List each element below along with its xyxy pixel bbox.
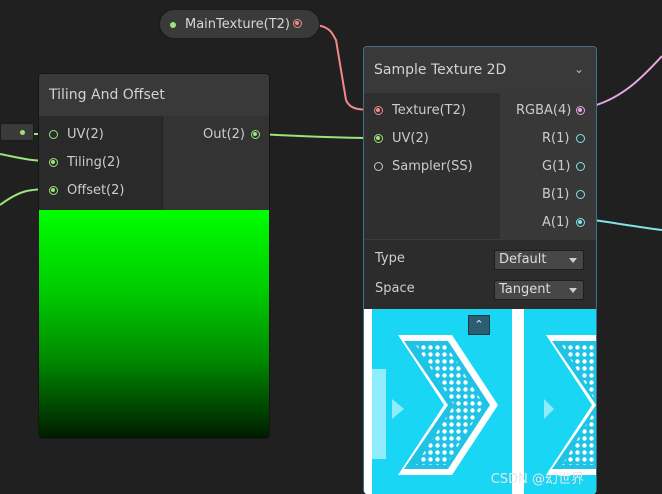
output-port-out[interactable]: [251, 130, 260, 139]
node-title[interactable]: Tiling And Offset: [39, 74, 269, 116]
output-port-r[interactable]: [576, 134, 585, 143]
wire-a-out: [585, 218, 662, 231]
property-label: MainTexture(T2): [185, 17, 290, 32]
node-settings: Type Default Space Tangent: [364, 239, 596, 309]
input-slots: Texture(T2) UV(2) Sampler(SS): [364, 93, 500, 239]
space-dropdown[interactable]: Tangent: [494, 280, 584, 300]
chevron-down-icon[interactable]: ⌄: [574, 62, 584, 76]
output-label-rgba: RGBA(4): [516, 103, 572, 118]
space-value: Tangent: [499, 282, 551, 297]
input-port-sampler[interactable]: [374, 162, 383, 171]
input-port-offset[interactable]: [49, 186, 58, 195]
input-label-uv: UV(2): [392, 131, 429, 146]
output-port-b[interactable]: [576, 190, 585, 199]
shader-graph-canvas[interactable]: MainTexture(T2) Tiling And Offset UV(2) …: [0, 0, 662, 494]
texture-preview-image: [364, 309, 596, 494]
property-indicator-icon: [170, 22, 176, 28]
type-value: Default: [499, 252, 547, 267]
output-label-out: Out(2): [203, 127, 245, 142]
input-port-uv[interactable]: [49, 130, 58, 139]
tiling-and-offset-node[interactable]: Tiling And Offset UV(2) Tiling(2) Offset…: [38, 73, 270, 439]
wire-rgba-out: [585, 55, 662, 109]
output-slots: Out(2): [163, 116, 269, 210]
node-title[interactable]: Sample Texture 2D: [364, 47, 596, 93]
collapse-preview-button[interactable]: ⌃: [468, 315, 490, 335]
input-label-offset: Offset(2): [67, 183, 125, 198]
dropdown-arrow-icon: [569, 288, 577, 293]
output-slots: RGBA(4) R(1) G(1) B(1) A(1): [500, 93, 596, 239]
input-label-sampler: Sampler(SS): [392, 159, 473, 174]
type-label: Type: [375, 251, 405, 266]
dropdown-arrow-icon: [569, 258, 577, 263]
input-port-uv[interactable]: [374, 134, 383, 143]
input-port-texture[interactable]: [374, 106, 383, 115]
output-label-b: B(1): [542, 187, 570, 202]
input-label-tiling: Tiling(2): [67, 155, 121, 170]
input-slots: UV(2) Tiling(2) Offset(2): [39, 116, 163, 210]
vector-input-field[interactable]: [0, 123, 34, 141]
output-label-g: G(1): [542, 159, 571, 174]
output-port-rgba[interactable]: [576, 106, 585, 115]
wire-out-to-uv: [255, 133, 379, 139]
output-label-a: A(1): [542, 215, 570, 230]
output-label-r: R(1): [542, 131, 570, 146]
input-label-uv: UV(2): [67, 127, 104, 142]
port-dot-icon: [20, 130, 25, 135]
node-preview: ⌃ CSDN @幻世界: [364, 309, 596, 494]
property-output-port[interactable]: [293, 19, 302, 28]
space-label: Space: [375, 281, 415, 296]
property-node-maintexture[interactable]: MainTexture(T2): [159, 9, 320, 39]
input-port-tiling[interactable]: [49, 158, 58, 167]
output-port-a[interactable]: [576, 218, 585, 227]
node-preview: [39, 210, 269, 438]
input-label-texture: Texture(T2): [392, 103, 466, 118]
sample-texture-2d-node[interactable]: Sample Texture 2D ⌄ Texture(T2) UV(2) Sa…: [363, 46, 597, 494]
type-dropdown[interactable]: Default: [494, 250, 584, 270]
watermark: CSDN @幻世界: [490, 472, 584, 487]
output-port-g[interactable]: [576, 162, 585, 171]
